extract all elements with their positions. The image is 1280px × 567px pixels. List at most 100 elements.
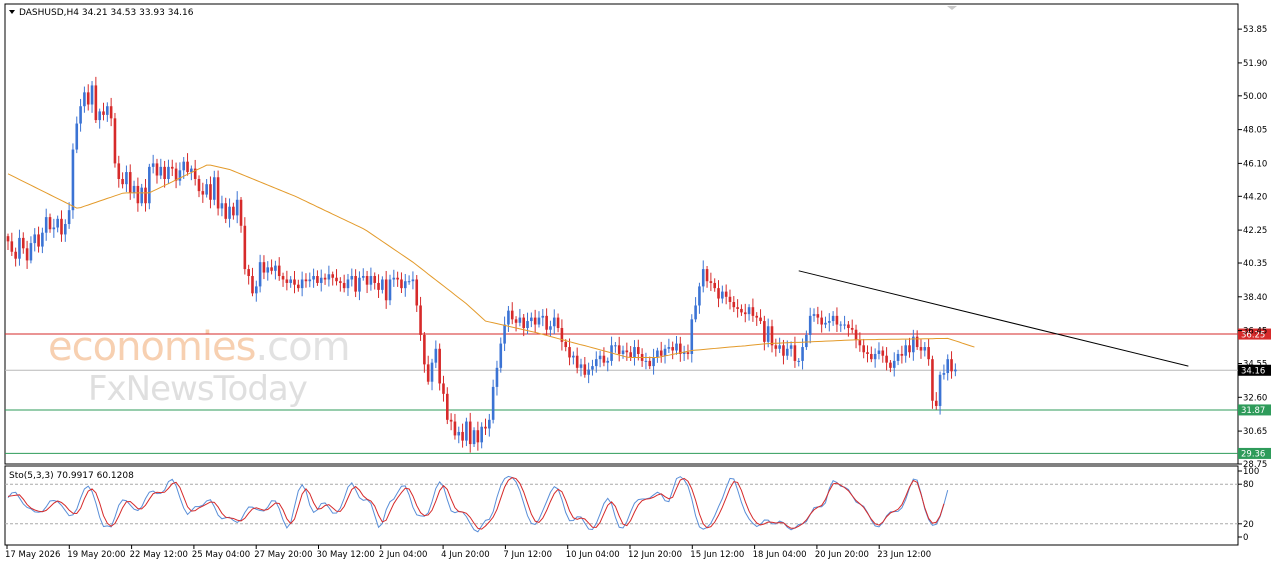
candle-body [426, 364, 430, 382]
candle-body [438, 348, 441, 384]
candle-body [10, 241, 14, 252]
candle-body [591, 366, 594, 370]
candle-body [598, 355, 602, 360]
candle-body [461, 431, 464, 441]
candle-body [128, 172, 132, 193]
candle-body [281, 276, 285, 280]
time-tick-label: 22 May 12:00 [130, 550, 188, 560]
time-tick-label: 20 Jun 20:00 [815, 550, 869, 560]
candle-body [446, 393, 449, 420]
candle-body [98, 111, 101, 121]
candle-body [621, 350, 625, 354]
candle-body [361, 276, 365, 278]
candle-body [25, 248, 29, 261]
candle-body [805, 334, 808, 348]
candle-body [881, 350, 885, 356]
candle-body [430, 362, 434, 382]
candle-body [266, 267, 270, 273]
candle-body [614, 345, 617, 347]
candle-body [331, 274, 334, 278]
candle-body [549, 326, 552, 330]
candle-body [606, 360, 610, 363]
candle-body [403, 281, 407, 289]
candle-body [766, 326, 770, 342]
candle-body [159, 166, 163, 176]
stochastic-tick-label: 80 [1243, 480, 1254, 490]
price-tick-label: 30.65 [1243, 427, 1267, 437]
candle-body [216, 177, 220, 209]
candle-body [262, 262, 266, 273]
candle-body [724, 291, 728, 297]
candle-body [442, 383, 445, 394]
candle-body [37, 234, 40, 247]
candle-body [728, 296, 732, 303]
candle-body [892, 360, 896, 368]
candle-body [644, 360, 648, 362]
candle-body [453, 421, 457, 436]
level-tag-29.36: 29.36 [1241, 450, 1265, 460]
candle-body [491, 386, 495, 420]
candle-body [381, 279, 384, 290]
candle-body [556, 317, 560, 328]
candle-body [243, 225, 247, 270]
time-tick-label: 18 Jun 04:00 [753, 550, 807, 560]
candle-body [858, 340, 862, 346]
price-tick-label: 53.85 [1243, 25, 1267, 35]
candle-body [182, 161, 186, 171]
time-tick-label: 10 Jun 04:00 [566, 550, 620, 560]
candle-body [828, 321, 831, 323]
price-tick-label: 44.20 [1243, 192, 1267, 202]
candle-body [350, 276, 354, 280]
watermark-fxnewstoday: FxNewsToday [88, 369, 308, 409]
candle-body [75, 123, 79, 150]
candle-body [801, 347, 804, 361]
candle-body [782, 345, 785, 356]
candle-body [384, 279, 388, 301]
candle-body [419, 305, 422, 335]
candle-body [106, 106, 109, 115]
candle-body [41, 232, 44, 247]
candle-body [915, 336, 919, 348]
time-tick-label: 7 Jun 12:00 [503, 550, 552, 560]
price-tick-label: 42.25 [1243, 226, 1267, 236]
candle-body [747, 307, 751, 315]
candle-body [785, 348, 789, 356]
candle-body [342, 282, 346, 289]
watermark-economies: economies [48, 324, 255, 370]
candle-body [277, 265, 281, 277]
candle-body [526, 321, 529, 328]
candle-body [151, 163, 155, 167]
candle-body [633, 347, 636, 358]
candle-body [117, 163, 121, 179]
candle-body [468, 421, 472, 445]
candle-body [388, 279, 392, 301]
candle-body [625, 350, 629, 353]
candle-body [778, 345, 781, 349]
watermark-dotcom: .com [255, 324, 349, 370]
candle-body [251, 276, 254, 294]
candle-body [308, 279, 312, 282]
candle-body [797, 360, 801, 362]
candle-body [377, 282, 380, 290]
candle-body [862, 345, 865, 353]
candle-body [602, 355, 606, 363]
candle-body [109, 106, 113, 119]
stochastic-tick-label: 20 [1243, 520, 1254, 530]
candle-body [885, 355, 888, 363]
stochastic-header: Sto(5,3,3) 70.9917 60.1208 [9, 471, 134, 481]
candle-body [889, 362, 892, 368]
time-tick-label: 17 May 2026 [5, 550, 60, 560]
stochastic-panel[interactable] [4, 465, 1239, 546]
candle-body [877, 350, 881, 354]
candle-body [52, 227, 56, 230]
stochastic-tick-label: 100 [1243, 467, 1259, 477]
candle-body [583, 364, 587, 375]
time-tick-label: 19 May 20:00 [67, 550, 125, 560]
candle-body [686, 352, 690, 354]
candle-body [44, 217, 48, 233]
candle-body [770, 326, 774, 346]
candle-body [113, 118, 117, 164]
candle-body [71, 149, 75, 211]
candle-body [178, 170, 182, 181]
candle-body [759, 317, 762, 322]
